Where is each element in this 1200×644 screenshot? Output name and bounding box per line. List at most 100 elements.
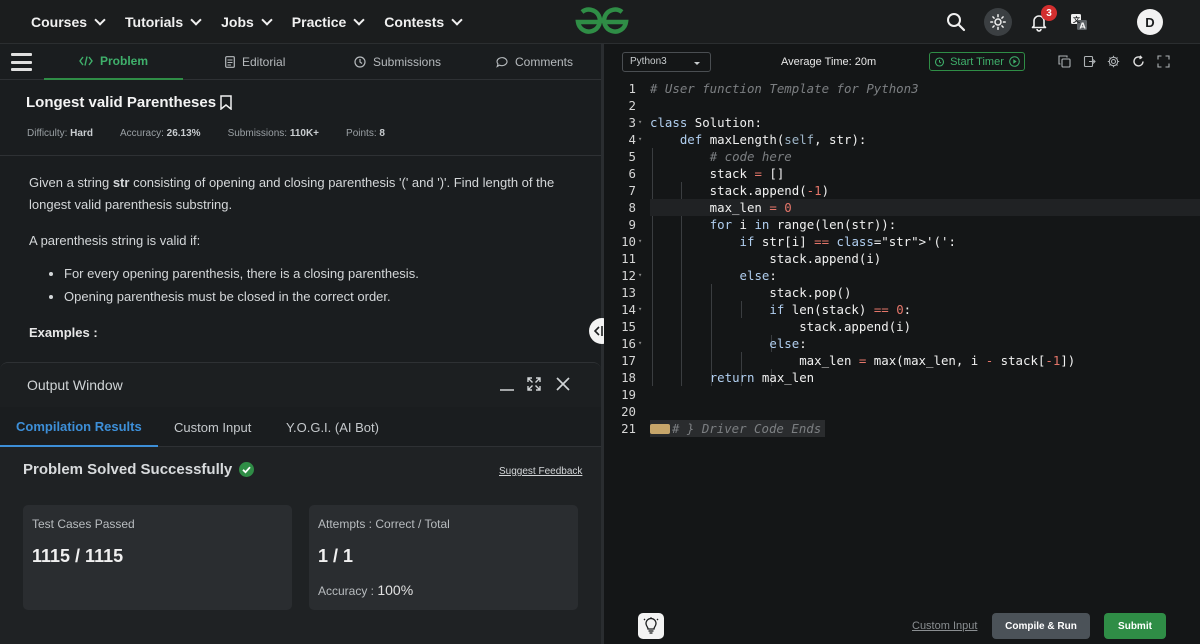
nav-label: Courses — [31, 14, 88, 30]
problem-meta: Difficulty: Hard Accuracy: 26.13% Submis… — [27, 128, 385, 139]
status-text: Problem Solved Successfully — [23, 461, 233, 478]
alarm-clock-icon — [935, 57, 945, 67]
paste-icon[interactable] — [1082, 54, 1096, 68]
valid-intro: A parenthesis string is valid if: — [29, 233, 201, 248]
accuracy-label: Accuracy : — [318, 584, 375, 598]
tab-label: Submissions — [373, 55, 442, 69]
notification-bell-icon[interactable]: 3 — [1025, 5, 1057, 36]
code-line: stack.append(i) — [650, 251, 882, 266]
tab-problem[interactable]: Problem — [44, 44, 183, 80]
line-number: 10 — [621, 234, 636, 249]
comment-icon — [496, 57, 508, 68]
output-window: Output Window Compilation Results Custom… — [0, 362, 601, 644]
clock-icon — [354, 56, 366, 68]
expand-icon[interactable] — [525, 375, 543, 393]
output-title: Output Window — [27, 377, 123, 393]
code-line: class Solution: — [650, 115, 762, 130]
examples-heading: Examples : — [29, 325, 98, 340]
theme-toggle-icon[interactable] — [984, 8, 1012, 36]
attempts-value: 1 / 1 — [318, 546, 354, 566]
fold-arrow-icon[interactable]: ▾ — [638, 114, 642, 131]
line-number: 19 — [621, 387, 636, 402]
accuracy-value: 100% — [377, 582, 414, 598]
fold-arrow-icon[interactable]: ▾ — [638, 301, 642, 318]
translate-icon[interactable]: 文A — [1065, 8, 1093, 36]
problem-title: Longest valid Parentheses — [26, 94, 232, 111]
chevron-down-icon — [261, 14, 273, 26]
nav-menu: Courses Tutorials Jobs Practice Contests — [31, 0, 463, 44]
problem-content: Longest valid Parentheses Difficulty: Ha… — [0, 80, 601, 362]
start-timer-button[interactable]: Start Timer — [929, 52, 1025, 71]
search-icon[interactable] — [942, 8, 970, 36]
test-cases-value: 1115 / 1115 — [32, 546, 124, 566]
code-area[interactable]: 1 2 3 ▾ 4 ▾ 5 6 7 8 9 10 ▾ 11 12 ▾ 13 14 ▾ 15 16 ▾ 17 18 19 20 21 … — [604, 80, 1200, 608]
divider — [0, 155, 601, 156]
suggest-feedback-link[interactable]: Suggest Feedback — [499, 466, 582, 477]
test-cases-label: Test Cases Passed — [32, 517, 135, 531]
tab-custom-input[interactable]: Custom Input — [158, 407, 267, 447]
nav-tutorials[interactable]: Tutorials — [125, 14, 202, 30]
code-line: else: — [769, 336, 807, 351]
line-number: 4 — [628, 132, 636, 147]
line-number-gutter: 1 2 3 ▾ 4 ▾ 5 6 7 8 9 10 ▾ 11 12 ▾ 13 14 ▾ 15 16 ▾ 17 18 19 20 21 — [604, 80, 648, 608]
tab-comments[interactable]: Comments — [496, 44, 573, 80]
reset-icon[interactable] — [1131, 54, 1145, 68]
chevron-down-icon — [190, 14, 202, 26]
caret-down-icon — [694, 62, 700, 65]
line-number: 3 — [628, 115, 636, 130]
line-number: 12 — [621, 268, 636, 283]
nav-label: Tutorials — [125, 14, 184, 30]
fold-arrow-icon[interactable]: ▾ — [638, 335, 642, 352]
problem-panel: Problem Editorial Submissions Comments L… — [0, 44, 601, 644]
user-avatar[interactable]: D — [1137, 9, 1163, 35]
code-icon — [79, 56, 93, 66]
code-line: stack = [] — [650, 166, 785, 181]
hamburger-menu-icon[interactable] — [11, 53, 32, 71]
close-icon[interactable] — [554, 375, 572, 393]
submit-button[interactable]: Submit — [1104, 613, 1166, 639]
tab-compilation-results[interactable]: Compilation Results — [0, 407, 158, 447]
line-number: 20 — [621, 404, 636, 419]
tab-submissions[interactable]: Submissions — [354, 44, 441, 80]
custom-input-link[interactable]: Custom Input — [912, 620, 977, 632]
gfg-logo-icon[interactable] — [574, 6, 630, 38]
fullscreen-icon[interactable] — [1156, 54, 1170, 68]
code-line: stack.pop() — [650, 285, 852, 300]
tab-label: Problem — [99, 54, 148, 68]
code-line: stack.append(-1) — [650, 183, 830, 198]
tab-yogi-ai-bot[interactable]: Y.O.G.I. (AI Bot) — [270, 407, 395, 447]
line-number: 14 — [621, 302, 636, 317]
minimize-icon[interactable] — [498, 375, 516, 393]
nav-jobs[interactable]: Jobs — [221, 14, 273, 30]
settings-gear-icon[interactable] — [1106, 54, 1120, 68]
compile-run-button[interactable]: Compile & Run — [992, 613, 1090, 639]
copy-icon[interactable] — [1057, 54, 1071, 68]
svg-text:A: A — [1080, 22, 1087, 31]
submissions-count: Submissions: 110K+ — [227, 128, 320, 139]
nav-contests[interactable]: Contests — [384, 14, 463, 30]
code-line: stack.append(i) — [650, 319, 912, 334]
line-number: 11 — [621, 251, 636, 266]
nav-courses[interactable]: Courses — [31, 14, 106, 30]
nav-practice[interactable]: Practice — [292, 14, 365, 30]
line-number: 5 — [628, 149, 636, 164]
bookmark-icon[interactable] — [220, 95, 232, 110]
tab-label: Comments — [515, 55, 574, 69]
document-icon — [225, 56, 235, 68]
lightbulb-icon[interactable] — [638, 613, 664, 639]
fold-arrow-icon[interactable]: ▾ — [638, 267, 642, 284]
line-number: 1 — [628, 81, 636, 96]
chevron-down-icon — [353, 14, 365, 26]
editor-footer: Custom Input Compile & Run Submit — [604, 608, 1200, 644]
language-value: Python3 — [630, 56, 667, 67]
check-circle-icon — [239, 462, 255, 477]
nav-label: Jobs — [221, 14, 254, 30]
tab-editorial[interactable]: Editorial — [225, 44, 285, 80]
fold-arrow-icon[interactable]: ▾ — [638, 131, 642, 148]
fold-arrow-icon[interactable]: ▾ — [638, 233, 642, 250]
language-select[interactable]: Python3 — [622, 52, 711, 72]
chevron-down-icon — [94, 14, 106, 26]
line-number: 17 — [621, 353, 636, 368]
